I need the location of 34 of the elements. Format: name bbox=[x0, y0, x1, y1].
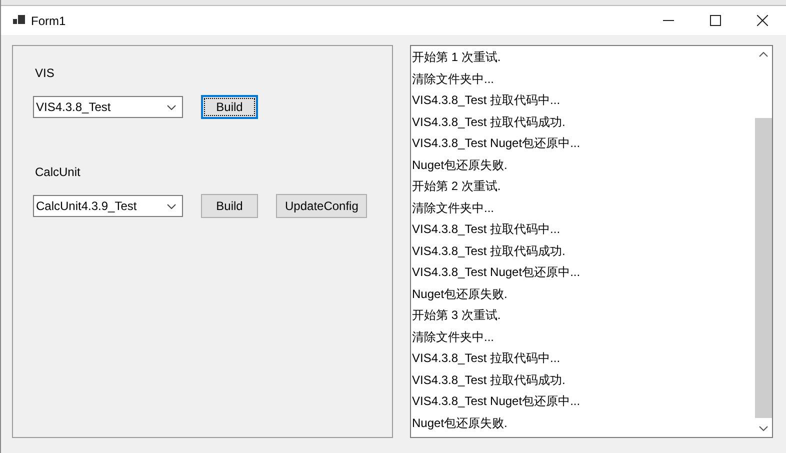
log-entry[interactable]: VIS4.3.8_Test 拉取代码中... bbox=[411, 90, 755, 112]
build-button[interactable]: Build bbox=[201, 95, 258, 119]
log-entry[interactable]: VIS4.3.8_Test Nuget包还原中... bbox=[411, 391, 755, 412]
group-label: VIS bbox=[34, 66, 56, 80]
maximize-icon[interactable] bbox=[710, 15, 721, 26]
caret-icon bbox=[167, 204, 176, 208]
log-entry[interactable]: VIS4.3.8_Test 拉取代码成功. bbox=[411, 370, 755, 391]
log-entry[interactable]: VIS4.3.8_Test 拉取代码成功. bbox=[411, 112, 755, 133]
caret-icon bbox=[167, 104, 176, 110]
log-entry[interactable]: 开始第 3 次重试. bbox=[411, 305, 755, 326]
log-entry[interactable]: 清除文件夹中... bbox=[411, 326, 755, 348]
window-icon bbox=[13, 15, 25, 26]
scroll-up-icon[interactable] bbox=[759, 52, 768, 57]
scroll-down-icon[interactable] bbox=[759, 426, 768, 431]
window-title: Form1 bbox=[31, 14, 66, 28]
log-entry[interactable]: VIS4.3.8_Test Nuget包还原中... bbox=[411, 133, 755, 154]
dropdown[interactable]: VIS4.3.8_Test bbox=[33, 96, 183, 118]
log-entry[interactable]: VIS4.3.8_Test 拉取代码成功. bbox=[411, 240, 755, 262]
log-entry[interactable]: VIS4.3.8_Test 拉取代码中... bbox=[411, 348, 755, 370]
log-entry[interactable]: Nuget包还原失败. bbox=[411, 284, 755, 305]
scroll-thumb[interactable] bbox=[755, 118, 772, 418]
dropdown[interactable]: CalcUnit4.3.9_Test bbox=[33, 195, 183, 217]
log-entry[interactable]: VIS4.3.8_Test 拉取代码中... bbox=[411, 219, 755, 240]
group-label: CalcUnit bbox=[34, 165, 82, 179]
close-icon[interactable] bbox=[757, 15, 768, 26]
log-entry[interactable]: 开始第 1 次重试. bbox=[411, 47, 755, 68]
log-entry[interactable]: 开始第 2 次重试. bbox=[411, 176, 755, 198]
build-button[interactable]: Build bbox=[201, 194, 258, 218]
log-entry[interactable]: Nuget包还原失败. bbox=[411, 154, 755, 176]
update-button[interactable]: UpdateConfig bbox=[276, 194, 368, 218]
log-entry[interactable]: 清除文件夹中... bbox=[411, 198, 755, 219]
log-entry[interactable]: 清除文件夹中... bbox=[411, 68, 755, 90]
log-entry[interactable]: VIS4.3.8_Test Nuget包还原中... bbox=[411, 262, 755, 284]
log-entry[interactable]: Nuget包还原失败. bbox=[411, 412, 755, 434]
